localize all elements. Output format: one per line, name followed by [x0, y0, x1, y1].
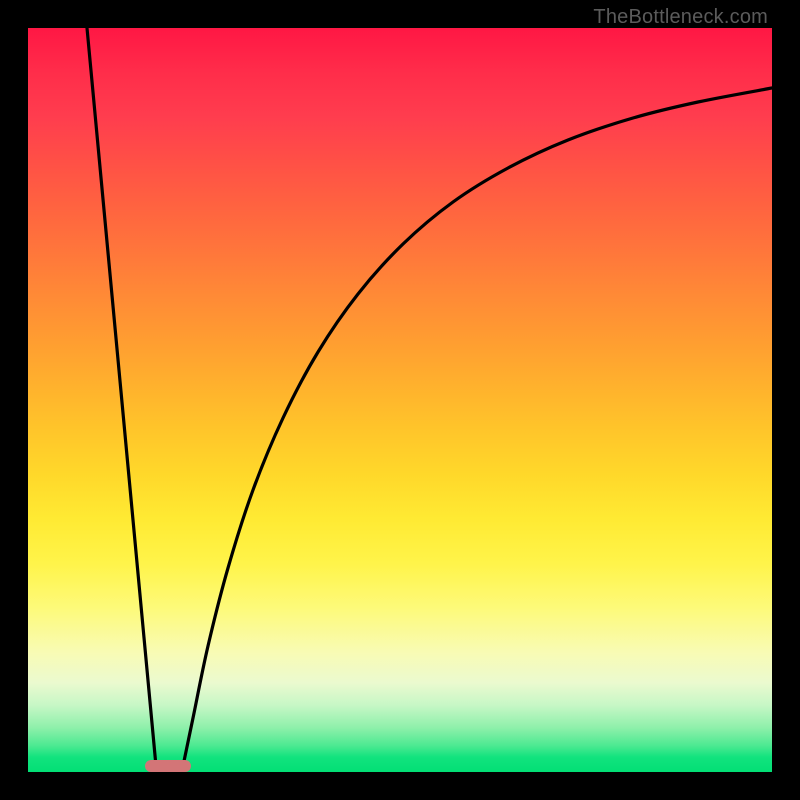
- bottleneck-marker: [145, 760, 191, 772]
- plot-area: [28, 28, 772, 772]
- curves-svg: [28, 28, 772, 772]
- chart-frame: TheBottleneck.com: [0, 0, 800, 800]
- watermark-text: TheBottleneck.com: [593, 6, 768, 29]
- right-curve: [183, 88, 772, 766]
- left-curve: [87, 28, 156, 766]
